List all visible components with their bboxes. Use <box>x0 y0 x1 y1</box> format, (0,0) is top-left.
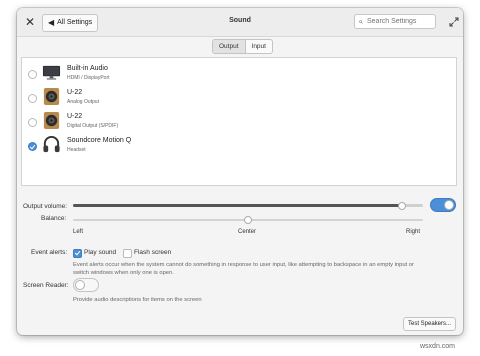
device-name: Built-in Audio <box>67 65 108 72</box>
device-item-u22-analog[interactable]: U-22 Analog Output <box>22 86 456 110</box>
device-subtitle: Headset <box>67 147 86 153</box>
output-volume-slider[interactable] <box>73 204 423 207</box>
sound-settings-window: ✕ ◀ All Settings Sound Output Input <box>17 8 463 335</box>
device-radio[interactable] <box>28 118 37 127</box>
monitor-icon <box>42 65 61 80</box>
balance-label: Balance: <box>41 215 67 222</box>
speaker-icon <box>43 87 60 106</box>
toggle-knob <box>75 280 85 290</box>
balance-left-label: Left <box>73 229 84 235</box>
device-subtitle: Digital Output (S/PDIF) <box>67 123 119 129</box>
titlebar: ✕ ◀ All Settings Sound <box>17 8 463 37</box>
balance-center-label: Center <box>238 229 257 235</box>
search-box[interactable] <box>354 14 436 29</box>
balance-knob[interactable] <box>244 216 252 224</box>
device-item-soundcore[interactable]: Soundcore Motion Q Headset <box>22 134 456 158</box>
speaker-icon <box>43 111 60 130</box>
device-name: U-22 <box>67 89 83 96</box>
screen-reader-toggle[interactable] <box>73 278 99 292</box>
device-name: Soundcore Motion Q <box>67 137 132 144</box>
event-alerts-description: Event alerts occur when the system canno… <box>73 262 414 276</box>
tab-input[interactable]: Input <box>246 40 272 53</box>
tab-output[interactable]: Output <box>213 40 246 53</box>
device-subtitle: Analog Output <box>67 99 99 105</box>
output-volume-toggle[interactable] <box>430 198 456 212</box>
play-sound-checkbox[interactable] <box>73 249 82 258</box>
test-speakers-button[interactable]: Test Speakers... <box>403 317 457 331</box>
search-input[interactable] <box>363 17 435 26</box>
toggle-knob <box>444 200 454 210</box>
device-list: Built-in Audio HDMI / DisplayPort U-22 A… <box>21 57 457 186</box>
output-volume-label: Output volume: <box>23 203 68 210</box>
output-volume-fill <box>73 204 402 207</box>
device-name: U-22 <box>67 113 83 120</box>
screen-reader-label: Screen Reader: <box>23 282 69 289</box>
device-item-u22-digital[interactable]: U-22 Digital Output (S/PDIF) <box>22 110 456 134</box>
device-item-builtin-audio[interactable]: Built-in Audio HDMI / DisplayPort <box>22 62 456 86</box>
screen-reader-description: Provide audio descriptions for items on … <box>73 297 202 303</box>
expand-icon[interactable] <box>449 17 459 27</box>
headphones-icon <box>43 135 60 153</box>
device-subtitle: HDMI / DisplayPort <box>67 75 110 81</box>
event-alerts-label: Event alerts: <box>31 249 68 256</box>
flash-screen-checkbox[interactable] <box>123 249 132 258</box>
balance-right-label: Right <box>406 229 421 235</box>
watermark: wsxdn.com <box>420 343 456 350</box>
device-radio[interactable] <box>28 94 37 103</box>
output-volume-knob[interactable] <box>398 202 406 210</box>
output-input-switcher: Output Input <box>212 39 273 54</box>
device-radio[interactable] <box>28 142 37 151</box>
device-radio[interactable] <box>28 70 37 79</box>
flash-screen-label: Flash screen <box>134 249 172 256</box>
play-sound-label: Play sound <box>84 249 117 256</box>
